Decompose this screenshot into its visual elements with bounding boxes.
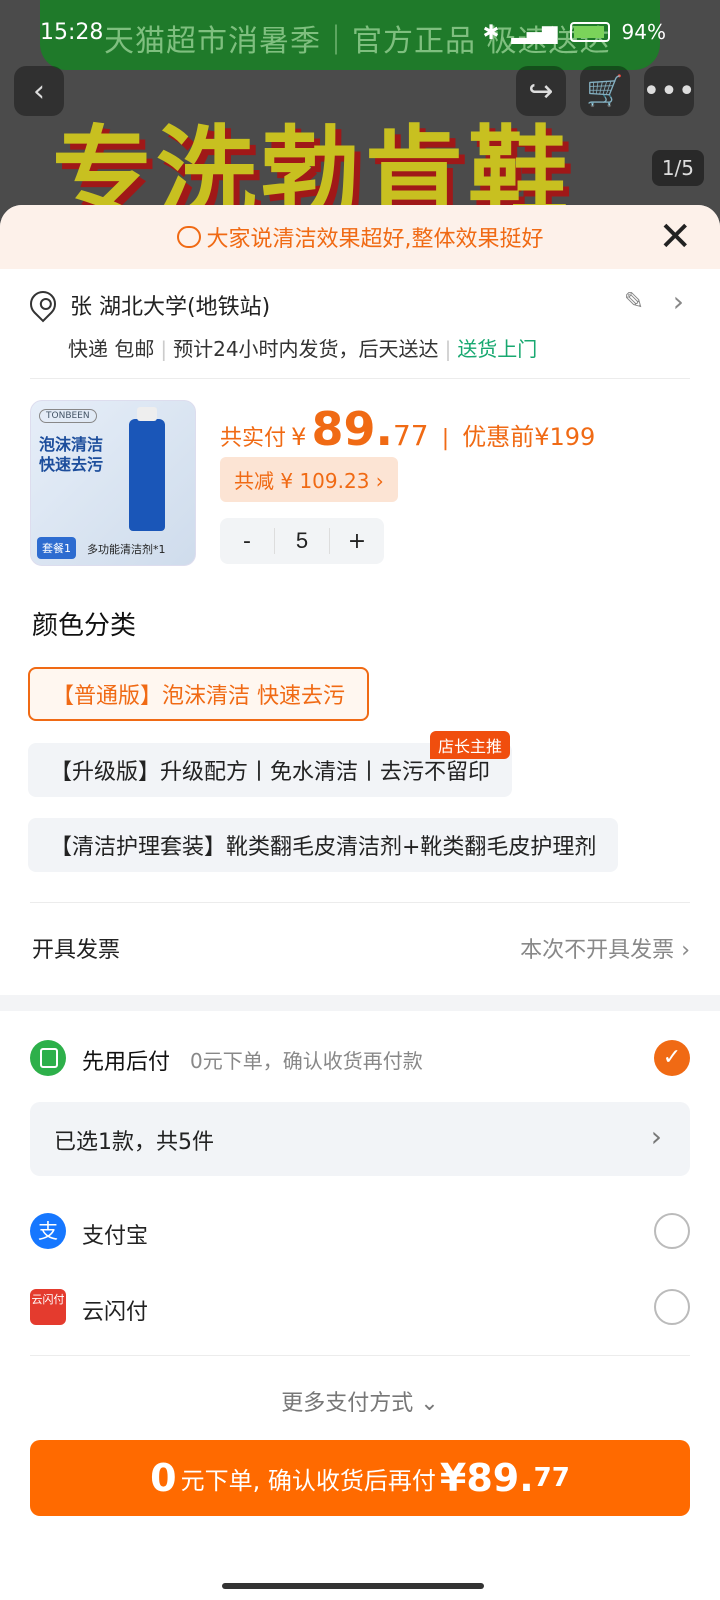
radio-button[interactable] [654, 1289, 690, 1325]
more-dots-icon: ••• [642, 73, 696, 109]
home-indicator [222, 1583, 484, 1589]
thumb-line2: 快速去污 [39, 455, 104, 474]
selected-text: 已选1款，共5件 [54, 1130, 214, 1155]
signal-icon: ▂▄▆ [511, 20, 558, 44]
qty-value[interactable]: 5 [274, 528, 330, 554]
more-payment-link[interactable]: 更多支付方式 ⌄ [0, 1385, 720, 1417]
ship-method: 快递 包邮 [68, 337, 155, 361]
product-summary: TONBEEN 泡沫清洁 快速去污 套餐1 多功能清洁剂*1 共实付 ¥ 89.… [30, 400, 690, 570]
address-section[interactable]: 张 湖北大学(地铁站) ✎ › 快递 包邮 | 预计24小时内发货，后天送达 | 送货上… [24, 285, 690, 377]
more-payment-text: 更多支付方式 [281, 1391, 414, 1416]
more-button[interactable]: ••• [642, 66, 696, 116]
unionpay-icon: 云闪付 [30, 1289, 66, 1325]
color-section-title: 颜色分类 [32, 611, 137, 641]
variant-label: 【清洁护理套装】靴类翻毛皮清洁剂+靴类翻毛皮护理剂 [50, 835, 597, 860]
discount-badge[interactable]: 共减 ¥ 109.23 › [220, 457, 398, 502]
share-button[interactable]: ↪ [516, 66, 566, 116]
chevron-right-icon: › [650, 1120, 662, 1153]
battery-icon [569, 22, 610, 42]
variant-label: 【升级版】升级配方丨免水清洁丨去污不留印 [50, 760, 491, 785]
variant-label: 【普通版】泡沫清洁 快速去污 [52, 684, 345, 709]
cta-cents: 77 [533, 1463, 570, 1493]
price-int: 89. [311, 402, 393, 456]
page-indicator: 1/5 [651, 150, 704, 186]
qty-minus-button[interactable]: - [220, 529, 274, 554]
status-icons: ✱ ▂▄▆ 94% [483, 20, 666, 44]
price-cents: 77 [392, 419, 429, 452]
quantity-stepper: - 5 + [220, 518, 384, 564]
divider [30, 902, 690, 903]
status-time: 15:28 [40, 20, 104, 45]
pay-later-row[interactable]: 先用后付 0元下单，确认收货再付款 ✓ [30, 1038, 690, 1078]
close-icon[interactable]: ✕ [658, 217, 692, 257]
pay-later-desc: 0元下单，确认收货再付款 [190, 1049, 423, 1073]
paid-label: 共实付 [220, 426, 287, 451]
door-delivery: 送货上门 [457, 337, 538, 361]
chat-bubble-icon [176, 226, 201, 248]
qty-plus-button[interactable]: + [330, 529, 384, 554]
share-icon: ↪ [528, 73, 554, 109]
invoice-label: 开具发票 [32, 938, 121, 963]
thumb-tag-text: 多功能清洁剂*1 [87, 543, 166, 556]
variant-option-2[interactable]: 【升级版】升级配方丨免水清洁丨去污不留印 店长主推 [28, 731, 513, 797]
orig-price: ¥199 [534, 423, 596, 451]
checkout-sheet: 大家说清洁效果超好,整体效果挺好 ✕ 张 湖北大学(地铁站) ✎ › 快递 包邮… [0, 205, 720, 1600]
payment-unionpay[interactable]: 云闪付 云闪付 [30, 1289, 690, 1329]
place-order-button[interactable]: 0 元下单, 确认收货后再付 ¥89. 77 [30, 1440, 690, 1516]
cta-text: 元下单, 确认收货后再付 [180, 1466, 436, 1495]
pay-later-title: 先用后付 [82, 1050, 171, 1075]
edit-icon[interactable]: ✎ [624, 287, 644, 315]
cta-price: ¥89. [439, 1456, 534, 1500]
payment-name: 支付宝 [82, 1224, 149, 1249]
selected-summary[interactable]: 已选1款，共5件 › [30, 1102, 690, 1176]
cta-zero: 0 [150, 1456, 177, 1500]
payment-alipay[interactable]: 支 支付宝 [30, 1213, 690, 1253]
chevron-down-icon: ⌄ [420, 1391, 439, 1416]
invoice-row[interactable]: 开具发票 本次不开具发票 › [32, 928, 690, 968]
divider [30, 1355, 690, 1356]
review-text: 大家说清洁效果超好,整体效果挺好 [206, 227, 544, 252]
bluetooth-icon: ✱ [482, 20, 500, 44]
ship-time: 预计24小时内发货，后天送达 [173, 337, 439, 361]
checkmark-icon[interactable]: ✓ [654, 1040, 690, 1076]
alipay-icon: 支 [30, 1213, 66, 1249]
variant-option-3[interactable]: 【清洁护理套装】靴类翻毛皮清洁剂+靴类翻毛皮护理剂 [28, 818, 619, 872]
battery-level: 94% [621, 20, 666, 44]
section-gap [0, 995, 720, 1011]
divider [30, 378, 690, 379]
payment-name: 云闪付 [82, 1300, 149, 1325]
cart-icon: 🛒 [586, 73, 624, 109]
chevron-left-icon: ‹ [33, 73, 45, 109]
variant-option-1[interactable]: 【普通版】泡沫清洁 快速去污 [28, 667, 369, 721]
address-name: 张 湖北大学(地铁站) [70, 295, 271, 320]
orig-label: 优惠前 [462, 423, 535, 451]
chevron-right-icon: › [672, 285, 684, 318]
price-line: 共实付 ¥ 89.77 | 优惠前¥199 [220, 402, 596, 456]
product-thumbnail[interactable]: TONBEEN 泡沫清洁 快速去污 套餐1 多功能清洁剂*1 [30, 400, 196, 566]
shipping-info: 快递 包邮 | 预计24小时内发货，后天送达 | 送货上门 [68, 337, 538, 361]
radio-button[interactable] [654, 1213, 690, 1249]
bottle-image [129, 407, 165, 531]
back-button[interactable]: ‹ [14, 66, 64, 116]
currency: ¥ [291, 423, 307, 451]
recommend-badge: 店长主推 [430, 731, 511, 759]
thumb-brand: TONBEEN [39, 409, 97, 423]
cart-button[interactable]: 🛒 [580, 66, 630, 116]
thumb-tag: 套餐1 [37, 537, 76, 559]
invoice-value: 本次不开具发票 › [520, 938, 690, 963]
pay-later-icon [30, 1040, 66, 1076]
chevron-right-icon: › [681, 938, 690, 963]
review-bar: 大家说清洁效果超好,整体效果挺好 ✕ [0, 205, 720, 269]
location-pin-icon [24, 285, 62, 323]
